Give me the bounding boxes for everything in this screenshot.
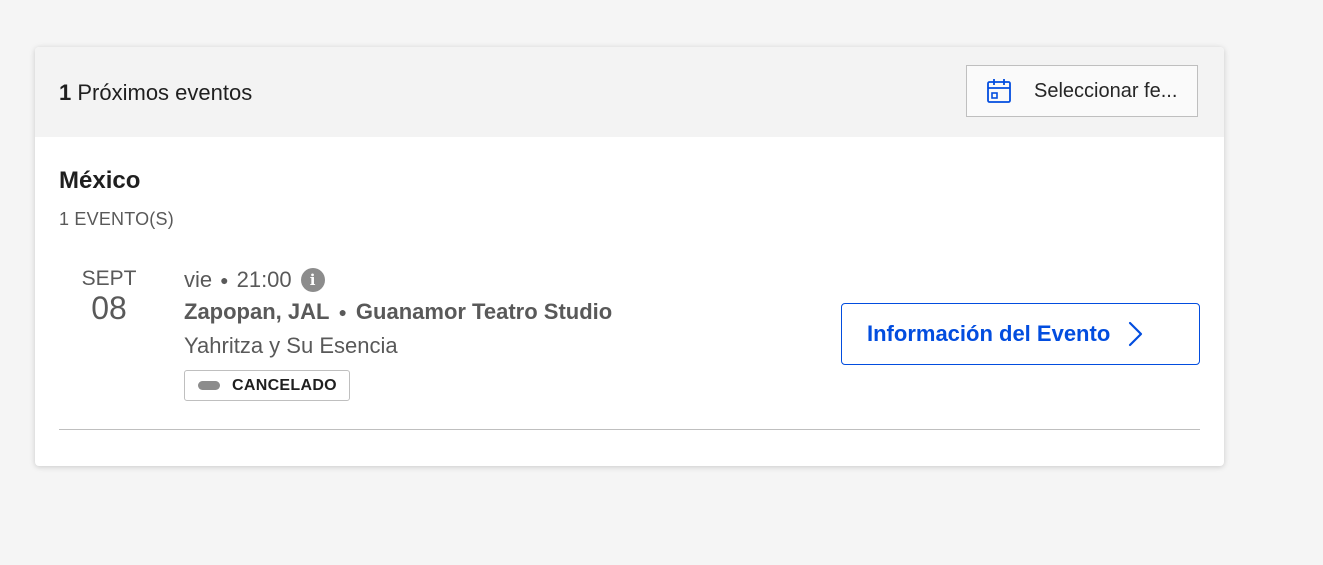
event-time-row: vie ● 21:00 i [184,267,612,293]
event-divider [59,429,1200,430]
calendar-icon [986,77,1014,105]
events-header-title: 1 Próximos eventos [59,80,252,106]
event-date: SEPT 08 [75,267,143,327]
event-venue-row: Zapopan, JAL ● Guanamor Teatro Studio [184,299,612,325]
info-icon[interactable]: i [300,268,325,292]
events-title: Próximos eventos [77,80,253,105]
separator-dot: ● [338,304,347,320]
event-weekday: vie [184,267,213,292]
event-day: 08 [91,290,127,326]
event-city: Zapopan, JAL [184,299,330,324]
event-info-button[interactable]: Información del Evento [841,303,1200,365]
event-artist: Yahritza y Su Esencia [184,333,398,358]
event-time: 21:00 [236,267,292,292]
event-month: SEPT [81,267,137,290]
events-count: 1 [59,80,72,105]
chevron-right-icon [1124,321,1146,347]
status-pill-icon [198,381,220,390]
select-date-button[interactable]: Seleccionar fe... [966,65,1198,117]
status-text: CANCELADO [232,376,337,394]
event-info-button-label: Información del Evento [867,321,1111,346]
region-event-count: 1 EVENTO(S) [59,209,174,229]
event-venue: Guanamor Teatro Studio [355,299,613,324]
separator-dot: ● [220,272,229,288]
status-badge: CANCELADO [184,370,350,401]
event-details: vie ● 21:00 i Zapopan, JAL ● Guanamor Te… [184,267,612,401]
select-date-label: Seleccionar fe... [1034,79,1178,102]
events-header: 1 Próximos eventos Seleccionar fe... [35,47,1224,137]
events-card: 1 Próximos eventos Seleccionar fe... Méx… [35,47,1224,466]
region-heading: México [59,167,141,194]
